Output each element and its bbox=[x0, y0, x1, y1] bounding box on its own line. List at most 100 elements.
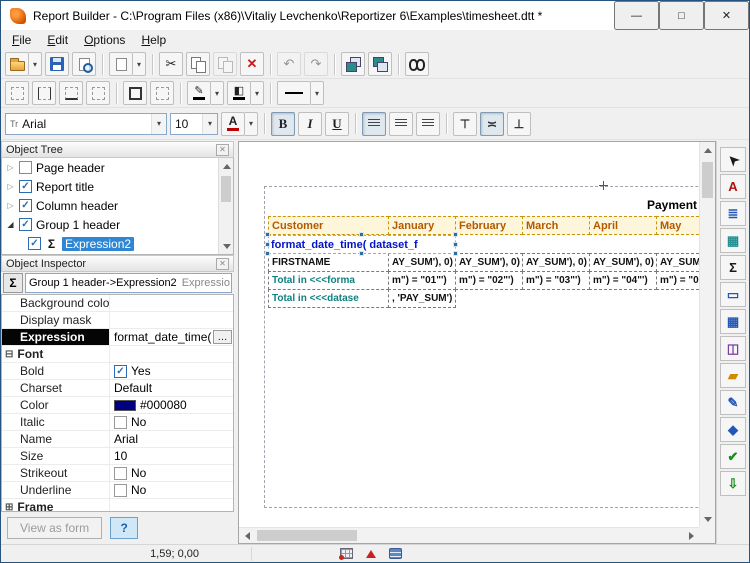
detail-cell[interactable]: AY_SUM'), 0) bbox=[388, 253, 456, 272]
checkbox-unchecked[interactable] bbox=[114, 416, 127, 429]
selection-handle[interactable] bbox=[453, 232, 458, 237]
chevron-down-icon[interactable]: ◢ bbox=[6, 220, 15, 229]
footer-cell[interactable]: m") = "0 bbox=[656, 271, 699, 290]
undo-button[interactable]: ↶ bbox=[277, 52, 301, 76]
property-row-name[interactable]: Name Arial bbox=[2, 431, 233, 448]
chevron-right-icon[interactable]: ▷ bbox=[6, 182, 15, 191]
line-color-dropdown[interactable]: ▾ bbox=[211, 81, 224, 105]
property-group-frame[interactable]: ⊞ Frame bbox=[2, 499, 233, 512]
tree-item-group1-header[interactable]: ◢ ✓ Group 1 header bbox=[2, 215, 233, 234]
paste-button[interactable] bbox=[213, 52, 237, 76]
scroll-left-icon[interactable] bbox=[239, 528, 255, 544]
align-right-button[interactable] bbox=[416, 112, 440, 136]
scroll-right-icon[interactable] bbox=[683, 528, 699, 544]
menu-help[interactable]: Help bbox=[133, 31, 174, 49]
property-row-bold[interactable]: Bold ✓ Yes bbox=[2, 363, 233, 380]
scroll-up-icon[interactable] bbox=[219, 158, 234, 174]
footer-cell[interactable]: m") = "04"') bbox=[589, 271, 657, 290]
tree-item-expression2[interactable]: ✓ Σ Expression2 bbox=[2, 234, 233, 253]
close-panel-icon[interactable]: ✕ bbox=[216, 144, 229, 156]
delete-button[interactable]: ✕ bbox=[240, 52, 264, 76]
close-panel-icon[interactable]: ✕ bbox=[216, 258, 229, 270]
scroll-down-icon[interactable] bbox=[700, 511, 716, 527]
detail-cell[interactable]: FIRSTNAME bbox=[268, 253, 389, 272]
memo-tool-button[interactable]: ≣ bbox=[720, 201, 746, 226]
property-row-charset[interactable]: Charset Default bbox=[2, 380, 233, 397]
redo-button[interactable]: ↷ bbox=[304, 52, 328, 76]
checkbox-unchecked[interactable] bbox=[114, 467, 127, 480]
frame-tool-button[interactable]: ▭ bbox=[720, 282, 746, 307]
apply-changes-button[interactable]: ✔ bbox=[720, 444, 746, 469]
menu-options[interactable]: Options bbox=[76, 31, 133, 49]
footer-cell[interactable]: m") = "01"') bbox=[388, 271, 456, 290]
italic-button[interactable]: I bbox=[298, 112, 322, 136]
footer-cell[interactable]: m") = "02"') bbox=[455, 271, 523, 290]
expression-tool-button[interactable]: Σ bbox=[720, 255, 746, 280]
column-header-cell[interactable]: Customer bbox=[268, 216, 389, 235]
property-row-color[interactable]: Color #000080 bbox=[2, 397, 233, 414]
property-row-underline[interactable]: Underline No bbox=[2, 482, 233, 499]
scrollbar-thumb[interactable] bbox=[221, 176, 231, 202]
bring-to-front-button[interactable] bbox=[341, 52, 365, 76]
property-row-display-mask[interactable]: Display mask bbox=[2, 312, 233, 329]
expand-icon[interactable]: ⊞ bbox=[5, 502, 13, 513]
footer-cell[interactable]: , 'PAY_SUM') bbox=[388, 289, 456, 308]
checkbox-checked[interactable]: ✓ bbox=[19, 199, 32, 212]
checkbox-checked[interactable]: ✓ bbox=[19, 180, 32, 193]
chevron-right-icon[interactable]: ▷ bbox=[6, 201, 15, 210]
chevron-down-icon[interactable]: ▾ bbox=[202, 114, 217, 134]
object-selector-combo[interactable]: Group 1 header->Expression2 Expressio ▾ bbox=[25, 273, 232, 293]
scroll-down-icon[interactable] bbox=[219, 238, 234, 254]
menu-edit[interactable]: Edit bbox=[39, 31, 76, 49]
frame-vertical-button[interactable] bbox=[32, 81, 56, 105]
underline-button[interactable]: U bbox=[325, 112, 349, 136]
selection-handle[interactable] bbox=[453, 251, 458, 256]
align-center-button[interactable] bbox=[389, 112, 413, 136]
frame-none-button[interactable] bbox=[5, 81, 29, 105]
menu-file[interactable]: File bbox=[4, 31, 39, 49]
font-color-dropdown[interactable]: ▾ bbox=[245, 112, 258, 136]
close-button[interactable]: ✕ bbox=[704, 1, 749, 30]
tree-item-group2-header[interactable]: ▷ ✓ Group 2 header bbox=[2, 253, 233, 255]
font-size-combo[interactable]: 10 ▾ bbox=[170, 113, 218, 135]
canvas-horizontal-scrollbar[interactable] bbox=[239, 527, 699, 543]
send-to-back-button[interactable] bbox=[368, 52, 392, 76]
fill-color-button[interactable]: ◧ bbox=[227, 81, 251, 105]
align-left-button[interactable] bbox=[362, 112, 386, 136]
save-button[interactable] bbox=[45, 52, 69, 76]
grid-tool-button[interactable]: ▦ bbox=[720, 309, 746, 334]
footer-cell[interactable]: m") = "03"') bbox=[522, 271, 590, 290]
help-button[interactable]: ? bbox=[110, 517, 138, 539]
open-dropdown[interactable]: ▾ bbox=[29, 52, 42, 76]
text-tool-button[interactable]: A bbox=[720, 174, 746, 199]
detail-cell[interactable]: AY_SUM' bbox=[656, 253, 699, 272]
fill-color-dropdown[interactable]: ▾ bbox=[251, 81, 264, 105]
detail-cell[interactable]: AY_SUM'), 0) bbox=[522, 253, 590, 272]
minimize-button[interactable]: — bbox=[614, 1, 659, 30]
data-grid-button[interactable]: ⇩ bbox=[720, 471, 746, 496]
selection-handle[interactable] bbox=[359, 232, 364, 237]
selection-handle[interactable] bbox=[265, 232, 270, 237]
scrollbar-thumb[interactable] bbox=[702, 162, 713, 198]
pointer-tool-button[interactable]: ➤ bbox=[720, 147, 746, 172]
chevron-right-icon[interactable]: ▷ bbox=[6, 163, 15, 172]
selection-handle[interactable] bbox=[265, 251, 270, 256]
property-row-background-color[interactable]: Background color bbox=[2, 295, 233, 312]
scrollbar-thumb[interactable] bbox=[257, 530, 357, 541]
checkbox-checked[interactable]: ✓ bbox=[19, 218, 32, 231]
scroll-up-icon[interactable] bbox=[700, 142, 716, 158]
column-header-cell[interactable]: May bbox=[656, 216, 699, 235]
selection-handle[interactable] bbox=[359, 251, 364, 256]
ellipsis-button[interactable]: … bbox=[213, 330, 232, 344]
column-header-cell[interactable]: January bbox=[388, 216, 456, 235]
new-page-dropdown[interactable]: ▾ bbox=[133, 52, 146, 76]
column-header-cell[interactable]: February bbox=[455, 216, 523, 235]
copy-button[interactable] bbox=[186, 52, 210, 76]
find-button[interactable] bbox=[405, 52, 429, 76]
line-style-dropdown[interactable]: ▾ bbox=[311, 81, 324, 105]
tree-item-column-header[interactable]: ▷ ✓ Column header bbox=[2, 196, 233, 215]
footer-cell[interactable]: Total in <<<forma bbox=[268, 271, 389, 290]
draw-tool-button[interactable]: ✎ bbox=[720, 390, 746, 415]
collapse-icon[interactable]: ⊟ bbox=[5, 349, 13, 360]
line-color-button[interactable]: ✎ bbox=[187, 81, 211, 105]
